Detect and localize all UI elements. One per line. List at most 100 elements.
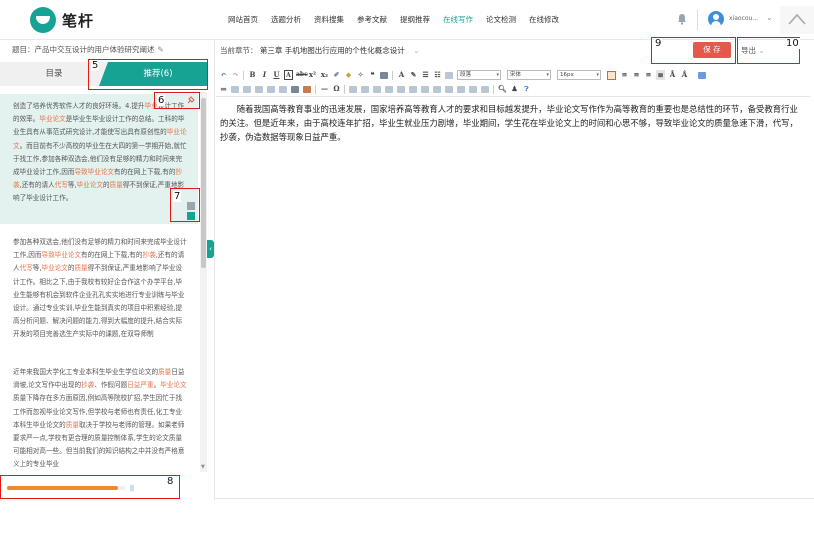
search-replace-icon[interactable]: 🔍︎ <box>498 84 507 94</box>
font-increase-icon[interactable]: Å <box>668 70 677 80</box>
merge-cells-icon[interactable] <box>409 85 417 93</box>
nav-item[interactable]: 在线修改 <box>529 14 559 25</box>
preview-icon[interactable]: ♟ <box>510 84 519 94</box>
clear-format-icon[interactable]: ◆ <box>344 70 353 80</box>
nav-item[interactable]: 参考文献 <box>357 14 387 25</box>
keyword-highlight: 毕业论文 <box>76 181 103 190</box>
select-all-icon[interactable] <box>445 71 453 79</box>
strikethrough-icon[interactable]: abc <box>296 70 308 80</box>
export-button[interactable]: 导出 ⌄ <box>741 45 765 56</box>
delete-row-icon[interactable] <box>373 85 381 93</box>
highlight-color-icon[interactable]: ✎ <box>409 70 418 80</box>
toolbar-row: ↶ ↷ B I U A abc x² x₂ ✐ ◆ ✧ ❝ A ✎ ☰ ☷ 段落… <box>219 69 710 81</box>
image-center-icon[interactable] <box>291 85 299 93</box>
align-right-icon[interactable]: ≡ <box>644 70 653 80</box>
logo[interactable]: 笔杆 <box>30 7 94 33</box>
collapse-header-button[interactable] <box>780 6 814 34</box>
toolbar-separator <box>243 70 244 80</box>
link-icon[interactable] <box>231 85 239 93</box>
nav-item[interactable]: 选题分析 <box>271 14 301 25</box>
subscript-icon[interactable]: x₂ <box>320 70 329 80</box>
merge-right-icon[interactable] <box>421 85 429 93</box>
undo-icon[interactable]: ↶ <box>219 70 228 80</box>
image-left-icon[interactable] <box>279 85 287 93</box>
nav-item[interactable]: 论文检测 <box>486 14 516 25</box>
horizontal-line-icon[interactable]: — <box>320 84 329 94</box>
nav-item[interactable]: 网站首页 <box>228 14 258 25</box>
nav-item[interactable]: 在线写作 <box>443 14 473 25</box>
avatar[interactable] <box>708 11 724 27</box>
fullscreen-icon[interactable] <box>698 71 706 79</box>
toolbar-separator <box>392 70 393 80</box>
help-icon[interactable]: ❓︎ <box>522 84 531 94</box>
special-char-icon[interactable]: Ω <box>332 84 341 94</box>
redo-icon[interactable]: ↷ <box>231 70 240 80</box>
editor-content[interactable]: 随着我国高等教育事业的迅速发展，国家培养高等教育人才的要求和目标越发提升，毕业论… <box>220 102 806 144</box>
recommend-item[interactable]: 近年来我国大学化工专业本科生毕业生学位论文的质量日益滑坡,论文写作中出现的抄袭、… <box>0 360 198 472</box>
align-center-icon[interactable]: ≡ <box>632 70 641 80</box>
tab-recommend[interactable]: 推荐(6) <box>99 62 208 86</box>
align-left-icon[interactable]: ≡ <box>620 70 629 80</box>
font-size-select[interactable]: 16px <box>557 70 601 80</box>
insert-col-icon[interactable] <box>385 85 393 93</box>
horizontal-rule-icon[interactable]: ▬ <box>219 84 228 94</box>
delete-col-icon[interactable] <box>397 85 405 93</box>
anchor-icon[interactable] <box>255 85 263 93</box>
paragraph-select[interactable]: 段落 <box>457 70 501 80</box>
paper-title-text: 题目：产品中交互设计的用户体验研究阐述 <box>12 45 155 54</box>
font-border-icon[interactable]: A <box>284 70 293 80</box>
insert-row-icon[interactable] <box>361 85 369 93</box>
pin-icon[interactable] <box>187 96 195 104</box>
recommend-list: 创造了培养优秀软件人才的良好环境。4.提升毕业设计工作的效率。毕业论文是毕业生毕… <box>0 92 200 472</box>
insert-image-icon[interactable] <box>303 85 311 93</box>
pure-text-paste-icon[interactable] <box>380 71 388 79</box>
keyword-highlight: 质量 <box>74 264 88 273</box>
image-icon[interactable] <box>267 85 275 93</box>
item-text: 有的在网上下载,有的 <box>114 168 176 177</box>
split-cells-icon[interactable] <box>445 85 453 93</box>
unordered-list-icon[interactable]: ☷ <box>433 70 442 80</box>
split-rows-icon[interactable] <box>457 85 465 93</box>
nav-item[interactable]: 提纲推荐 <box>400 14 430 25</box>
auto-format-icon[interactable]: ✧ <box>356 70 365 80</box>
merge-down-icon[interactable] <box>433 85 441 93</box>
nav-item[interactable]: 资料搜集 <box>314 14 344 25</box>
item-text: 、作假问题 <box>94 381 128 390</box>
bell-icon[interactable] <box>677 13 687 25</box>
blockquote-icon[interactable]: ❝ <box>368 70 377 80</box>
superscript-icon[interactable]: x² <box>308 70 317 80</box>
current-chapter[interactable]: 当前章节： 第三章 手机地图出行应用的个性化概念设计 ⌄ <box>220 45 419 56</box>
table-icon[interactable] <box>349 85 357 93</box>
scroll-down-icon[interactable]: ▼ <box>201 464 205 470</box>
chevron-down-icon[interactable]: ⌄ <box>766 13 773 22</box>
direction-icon[interactable] <box>607 70 616 80</box>
progress-handle[interactable]: || <box>130 485 134 492</box>
italic-icon[interactable]: I <box>260 70 269 80</box>
edit-pencil-icon[interactable]: ✎ <box>158 45 164 54</box>
recommend-item[interactable]: 创造了培养优秀软件人才的良好环境。4.提升毕业设计工作的效率。毕业论文是毕业生毕… <box>0 94 198 224</box>
recommend-item[interactable]: 参加各种双选会,他们没有足够的精力和时间来完成毕业设计工作,因而导致毕业论文有的… <box>0 230 198 360</box>
insert-icon[interactable] <box>187 202 195 210</box>
font-decrease-icon[interactable]: Ǻ <box>680 70 689 80</box>
delete-table-icon[interactable] <box>481 85 489 93</box>
font-color-icon[interactable]: A <box>397 70 406 80</box>
chevron-down-icon[interactable]: ⌄ <box>413 46 419 55</box>
copy-icon[interactable] <box>187 212 195 220</box>
font-family-select[interactable]: 宋体 <box>507 70 551 80</box>
keyword-highlight: 毕业论文 <box>160 381 187 390</box>
ordered-list-icon[interactable]: ☰ <box>421 70 430 80</box>
sidebar-toggle-button[interactable]: ‹ <box>207 240 214 258</box>
underline-icon[interactable]: U <box>272 70 281 80</box>
align-justify-icon[interactable]: ≣ <box>656 70 665 80</box>
username[interactable]: xiaocou... <box>729 15 758 22</box>
keyword-highlight: 质量 <box>109 181 123 190</box>
bold-icon[interactable]: B <box>248 70 257 80</box>
annotation-number: 6 <box>157 95 166 106</box>
split-cols-icon[interactable] <box>469 85 477 93</box>
save-button[interactable]: 保 存 <box>693 42 731 58</box>
scroll-thumb[interactable] <box>201 98 206 268</box>
recommend-scrollbar[interactable]: ▼ <box>200 92 207 472</box>
toolbar-separator <box>315 84 316 94</box>
unlink-icon[interactable] <box>243 85 251 93</box>
format-painter-icon[interactable]: ✐ <box>332 70 341 80</box>
